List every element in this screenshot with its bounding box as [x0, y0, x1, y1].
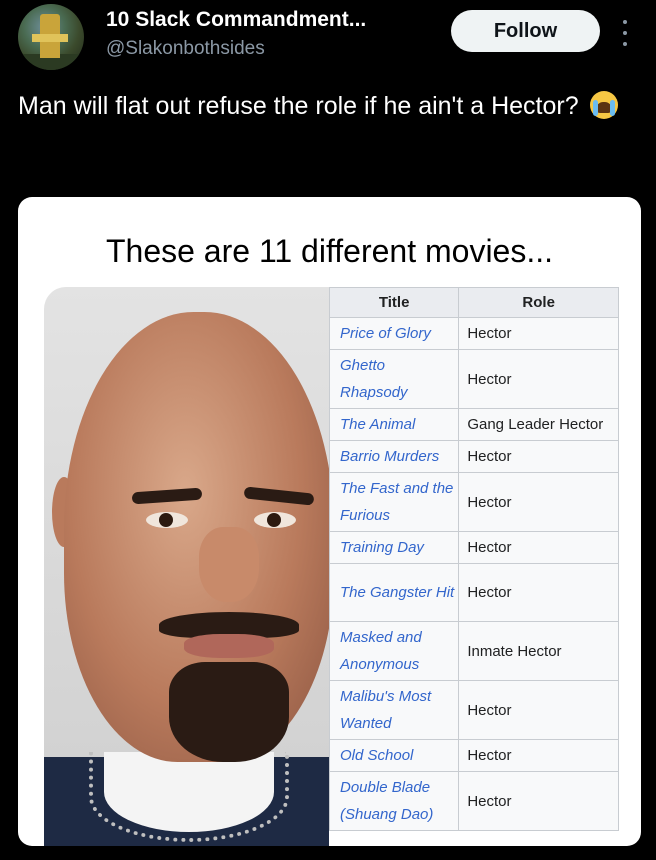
- card-title: These are 11 different movies...: [105, 233, 554, 269]
- filmography-table: Title Role Price of Glory Hector Ghetto …: [329, 287, 619, 831]
- role-cell: Hector: [458, 472, 619, 532]
- role-cell: Hector: [458, 680, 619, 740]
- table-row: The Gangster Hit Hector: [329, 563, 619, 622]
- role-cell: Hector: [458, 739, 619, 772]
- movie-title-link[interactable]: The Fast and the Furious: [329, 472, 460, 532]
- table-row: Training Day Hector: [329, 531, 619, 564]
- display-name[interactable]: 10 Slack Commandment...: [106, 8, 366, 32]
- table-row: Price of Glory Hector: [329, 317, 619, 350]
- table-row: Barrio Murders Hector: [329, 440, 619, 473]
- avatar[interactable]: [18, 4, 84, 70]
- table-row: The Animal Gang Leader Hector: [329, 408, 619, 441]
- table-row: Malibu's Most Wanted Hector: [329, 680, 619, 740]
- actor-photo: [44, 287, 329, 846]
- movie-title-link[interactable]: Price of Glory: [329, 317, 460, 350]
- table-row: The Fast and the Furious Hector: [329, 472, 619, 532]
- movie-title-link[interactable]: Double Blade (Shuang Dao): [329, 771, 460, 831]
- column-header-title: Title: [329, 287, 460, 318]
- movie-title-link[interactable]: Masked and Anonymous: [329, 621, 460, 681]
- movie-title-link[interactable]: Ghetto Rhapsody: [329, 349, 460, 409]
- movie-title-link[interactable]: Training Day: [329, 531, 460, 564]
- media-card[interactable]: These are 11 different movies... Title R…: [18, 197, 641, 846]
- movie-title-link[interactable]: Old School: [329, 739, 460, 772]
- movie-title-link[interactable]: The Gangster Hit: [329, 563, 460, 622]
- role-cell: Hector: [458, 317, 619, 350]
- more-options-icon[interactable]: [615, 16, 635, 50]
- tweet-header: 10 Slack Commandment... @Slakonbothsides…: [0, 0, 656, 86]
- role-cell: Hector: [458, 349, 619, 409]
- follow-button[interactable]: Follow: [451, 10, 600, 52]
- role-cell: Hector: [458, 531, 619, 564]
- filmography-table-container: Title Role Price of Glory Hector Ghetto …: [329, 287, 641, 846]
- role-cell: Inmate Hector: [458, 621, 619, 681]
- table-row: Masked and Anonymous Inmate Hector: [329, 621, 619, 681]
- movie-title-link[interactable]: Barrio Murders: [329, 440, 460, 473]
- table-row: Old School Hector: [329, 739, 619, 772]
- movie-title-link[interactable]: Malibu's Most Wanted: [329, 680, 460, 740]
- tweet-text-content: Man will flat out refuse the role if he …: [18, 92, 579, 120]
- table-row: Ghetto Rhapsody Hector: [329, 349, 619, 409]
- user-handle[interactable]: @Slakonbothsides: [106, 38, 265, 60]
- crying-face-emoji-icon: [589, 91, 618, 119]
- table-row: Double Blade (Shuang Dao) Hector: [329, 771, 619, 831]
- role-cell: Gang Leader Hector: [458, 408, 619, 441]
- tweet-text: Man will flat out refuse the role if he …: [18, 88, 638, 125]
- role-cell: Hector: [458, 771, 619, 831]
- role-cell: Hector: [458, 440, 619, 473]
- role-cell: Hector: [458, 563, 619, 622]
- column-header-role: Role: [458, 287, 619, 318]
- movie-title-link[interactable]: The Animal: [329, 408, 460, 441]
